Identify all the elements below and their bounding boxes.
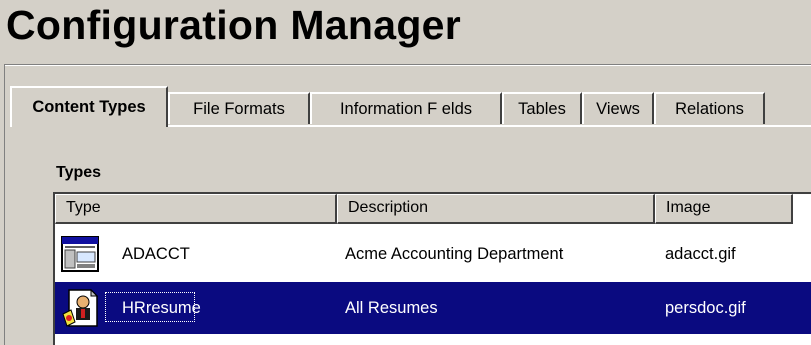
page-title: Configuration Manager	[6, 2, 462, 48]
row-description: Acme Accounting Department	[345, 245, 564, 263]
tab-information-fields[interactable]: Information F elds	[310, 92, 502, 124]
column-header-description[interactable]: Description	[337, 194, 655, 224]
person-document-icon	[61, 288, 101, 328]
tab-relations[interactable]: Relations	[654, 92, 765, 124]
table-row[interactable]: ADACCT Acme Accounting Department adacct…	[55, 228, 811, 280]
row-type: ADACCT	[122, 245, 190, 263]
tab-content-types[interactable]: Content Types	[10, 86, 168, 127]
tab-views[interactable]: Views	[582, 92, 654, 124]
panel-left-edge	[4, 64, 5, 345]
tab-tables[interactable]: Tables	[502, 92, 582, 124]
row-image: adacct.gif	[665, 245, 736, 263]
title-divider	[4, 64, 811, 66]
types-list[interactable]: Type Description Image ADACCT Acme Accou…	[53, 192, 811, 345]
row-description: All Resumes	[345, 299, 438, 317]
row-type: HRresume	[122, 299, 201, 317]
table-row[interactable]: HRresume All Resumes persdoc.gif	[55, 282, 811, 334]
tab-file-formats[interactable]: File Formats	[168, 92, 310, 124]
types-label: Types	[56, 164, 102, 181]
window-document-icon	[61, 234, 101, 274]
column-header-image[interactable]: Image	[655, 194, 793, 224]
configuration-manager-window: Configuration Manager Content Types File…	[0, 0, 811, 345]
column-header-type[interactable]: Type	[55, 194, 337, 224]
row-image: persdoc.gif	[665, 299, 746, 317]
